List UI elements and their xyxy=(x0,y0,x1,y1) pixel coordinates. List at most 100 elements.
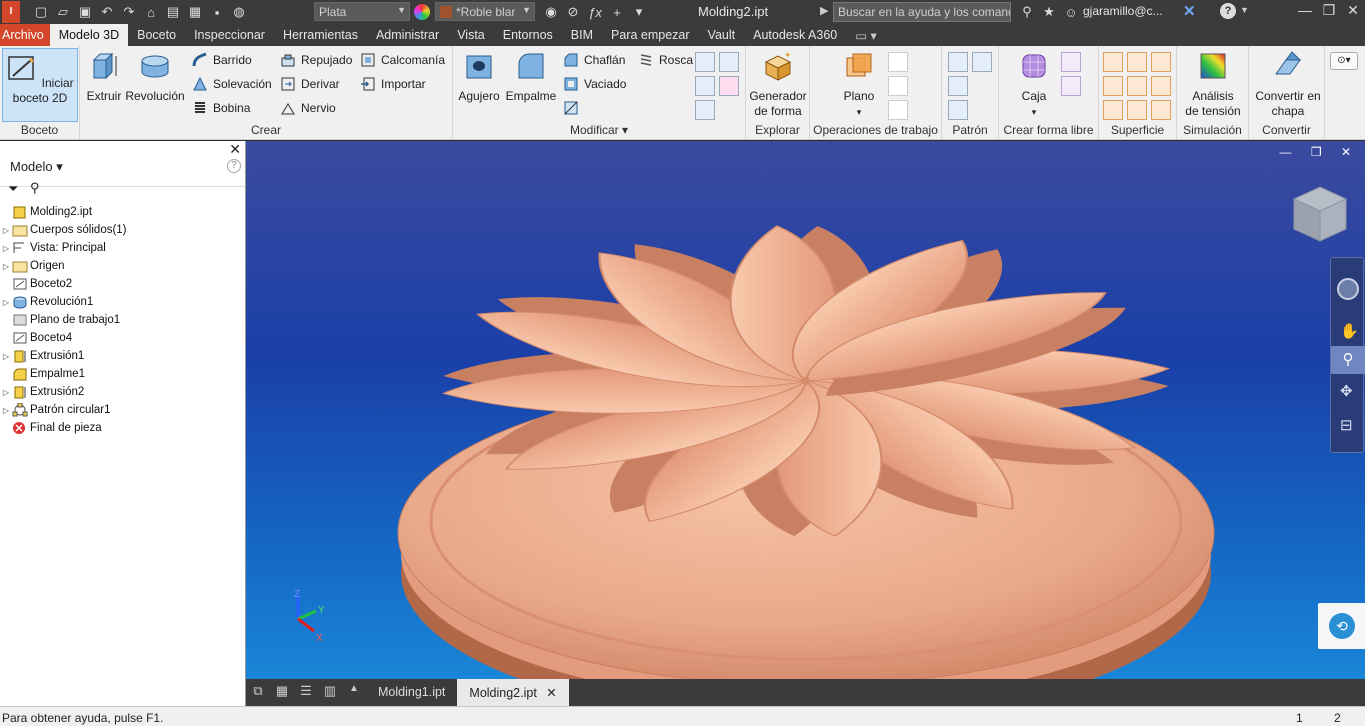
sweep-button[interactable]: Barrido xyxy=(192,52,252,68)
look-at-icon[interactable]: ⊟ xyxy=(1340,416,1353,434)
rectangular-pattern-icon[interactable] xyxy=(948,52,968,72)
exchange-icon[interactable]: ✕ xyxy=(1183,2,1196,20)
browser-title[interactable]: Modelo ▾ xyxy=(10,159,63,175)
freeform-edit-icon[interactable] xyxy=(1061,52,1081,72)
ribbon-options-dropdown-icon[interactable]: ⊙▾ xyxy=(1330,52,1358,70)
expand-icon[interactable]: ▷ xyxy=(0,352,12,361)
zoom-icon[interactable]: ⚲ xyxy=(1331,346,1365,374)
sculpt-icon[interactable] xyxy=(1151,52,1171,72)
derive-button[interactable]: Derivar xyxy=(280,76,340,92)
tree-node-sketch4[interactable]: Boceto4 xyxy=(0,329,245,347)
open-folder-icon[interactable]: ▱ xyxy=(52,2,74,22)
image-icon[interactable]: ▤ xyxy=(162,2,184,22)
trim-icon[interactable] xyxy=(1127,76,1147,96)
help-search-input[interactable]: Buscar en la ayuda y los comand xyxy=(833,2,1011,22)
help-dropdown-icon[interactable]: ▼ xyxy=(1240,5,1249,15)
combine-icon[interactable] xyxy=(695,52,715,72)
material-select[interactable]: Plata ▼ xyxy=(314,2,410,21)
tab-vista[interactable]: Vista xyxy=(448,24,494,46)
extend-icon[interactable] xyxy=(1127,100,1147,120)
restore-icon[interactable]: ❐ xyxy=(1318,2,1340,22)
rib-button[interactable]: Nervio xyxy=(280,100,336,116)
appearance-select[interactable]: *Roble blar ▼ xyxy=(435,2,535,21)
home-icon[interactable]: ⌂ xyxy=(140,2,162,22)
plus-icon[interactable]: + xyxy=(606,2,628,22)
tree-node-extrusion2[interactable]: ▷ Extrusión2 xyxy=(0,383,245,401)
patch-icon[interactable] xyxy=(1103,76,1123,96)
select-icon[interactable]: ▦ xyxy=(184,2,206,22)
pan-hand-icon[interactable]: ✋ xyxy=(1340,322,1359,340)
tree-node-end-of-part[interactable]: Final de pieza xyxy=(0,419,245,437)
tree-node-sketch2[interactable]: Boceto2 xyxy=(0,275,245,293)
chamfer-button[interactable]: Chaflán xyxy=(563,52,625,68)
steering-wheel-icon[interactable] xyxy=(1337,278,1359,300)
fillet-button[interactable]: Empalme xyxy=(505,50,557,104)
tab-vault[interactable]: Vault xyxy=(699,24,745,46)
viewcube[interactable] xyxy=(1292,185,1348,242)
doc-tab-molding1[interactable]: Molding1.ipt xyxy=(366,679,457,706)
globe-icon[interactable]: ◍ xyxy=(228,2,250,22)
mirror-icon[interactable] xyxy=(972,52,992,72)
part-model-render[interactable] xyxy=(246,141,1365,679)
stitch-icon[interactable] xyxy=(1127,52,1147,72)
revolve-button[interactable]: Revolución xyxy=(124,50,186,104)
app-logo-icon[interactable]: I xyxy=(2,1,20,23)
convert-sheet-metal-button[interactable]: Convertir en chapa xyxy=(1251,50,1325,119)
share-view-button[interactable]: ⟲ xyxy=(1318,603,1365,649)
redo-icon[interactable]: ↷ xyxy=(118,2,140,22)
search-binoculars-icon[interactable]: ⚲ xyxy=(30,180,40,196)
tree-node-workplane1[interactable]: Plano de trabajo1 xyxy=(0,311,245,329)
tree-node-circular-pattern1[interactable]: ▷ Patrón circular1 xyxy=(0,401,245,419)
tab-autodesk-a360[interactable]: Autodesk A360 xyxy=(744,24,846,46)
save-icon[interactable]: ▣ xyxy=(74,2,96,22)
expand-icon[interactable]: ▷ xyxy=(0,226,12,235)
tree-node-fillet1[interactable]: Empalme1 xyxy=(0,365,245,383)
minimize-icon[interactable]: — xyxy=(1294,2,1316,22)
doc-tab-molding2[interactable]: Molding2.ipt ✕ xyxy=(457,679,569,706)
tree-node-revolve1[interactable]: ▷ Revolución1 xyxy=(0,293,245,311)
thicken-offset-icon[interactable] xyxy=(1103,52,1123,72)
tree-node-solid-bodies[interactable]: ▷ Cuerpos sólidos(1) xyxy=(0,221,245,239)
ucs-icon[interactable] xyxy=(888,100,908,120)
expand-icon[interactable]: ▷ xyxy=(0,406,12,415)
shape-generator-button[interactable]: ✦ Generador de forma xyxy=(748,50,808,119)
coil-button[interactable]: Bobina xyxy=(192,100,250,116)
expand-arrow-icon[interactable]: ▶ xyxy=(820,4,828,17)
undo-icon[interactable]: ↶ xyxy=(96,2,118,22)
tile-windows-icon[interactable]: ▦ xyxy=(270,683,294,703)
tab-bim[interactable]: BIM xyxy=(562,24,602,46)
point-icon[interactable] xyxy=(888,76,908,96)
expand-icon[interactable]: ▷ xyxy=(0,244,12,253)
help-icon[interactable]: ? xyxy=(1220,3,1236,19)
move-face-icon[interactable] xyxy=(719,52,739,72)
expand-icon[interactable]: ▷ xyxy=(0,388,12,397)
new-file-icon[interactable]: ▢ xyxy=(30,2,52,22)
browser-close-icon[interactable]: ✕ xyxy=(229,141,241,158)
decal-button[interactable]: Calcomanía xyxy=(360,52,445,68)
thicken-icon[interactable] xyxy=(695,100,715,120)
tile-vertical-icon[interactable]: ▥ xyxy=(318,683,342,703)
thread-button[interactable]: Rosca xyxy=(638,52,693,68)
cascade-windows-icon[interactable]: ⧉ xyxy=(246,683,270,703)
shell-button[interactable]: Vaciado xyxy=(563,76,626,92)
panel-title-modificar[interactable]: Modificar ▾ xyxy=(453,123,745,137)
close-icon[interactable]: ✕ xyxy=(1342,2,1364,22)
extrude-button[interactable]: Extruir xyxy=(84,50,124,104)
expand-icon[interactable]: ▷ xyxy=(0,262,12,271)
clear-appearance-icon[interactable]: ⊘ xyxy=(562,2,584,22)
box-button[interactable]: Caja ▾ xyxy=(1011,50,1057,120)
browser-help-icon[interactable]: ? xyxy=(227,159,241,173)
tile-horizontal-icon[interactable]: ☰ xyxy=(294,683,318,703)
loft-button[interactable]: Solevación xyxy=(192,76,272,92)
binoculars-icon[interactable]: ⚲ xyxy=(1016,2,1038,22)
tree-node-extrusion1[interactable]: ▷ Extrusión1 xyxy=(0,347,245,365)
tab-boceto[interactable]: Boceto xyxy=(128,24,185,46)
start-sketch-button[interactable]: Iniciar boceto 2D xyxy=(2,48,78,122)
tab-archivo[interactable]: Archivo xyxy=(0,24,50,46)
sketch-pattern-icon[interactable] xyxy=(948,100,968,120)
project-icon[interactable]: ▪ xyxy=(206,2,228,22)
tab-modelo-3d[interactable]: Modelo 3D xyxy=(49,24,129,46)
hole-button[interactable]: Agujero xyxy=(457,50,501,104)
tree-node-part[interactable]: Molding2.ipt xyxy=(0,203,245,221)
graphics-viewport[interactable]: — ❐ ✕ ✋ ⚲ ✥ ⊟ ⟲ Z Y X xyxy=(246,141,1365,679)
